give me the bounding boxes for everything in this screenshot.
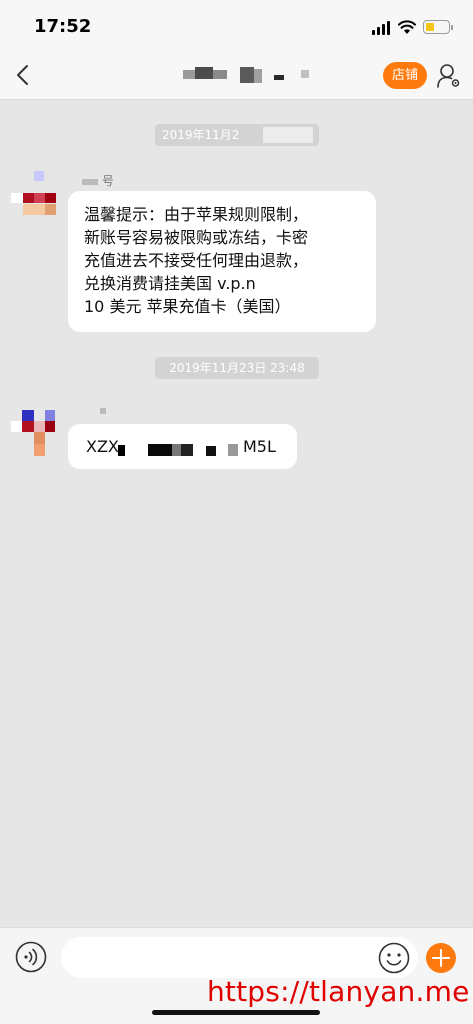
status-time: 17:52 [34,16,92,37]
redeem-code-obscured [118,445,125,456]
message-line: 10 美元 苹果充值卡（美国） [84,297,291,316]
redeem-code-obscured [181,444,193,456]
status-bar: 17:52 [0,0,473,50]
message-line: 温馨提示：由于苹果规则限制， [84,205,309,224]
sender-name: 号 [82,172,114,189]
voice-input-icon[interactable] [15,941,47,973]
message-bubble[interactable]: 温馨提示：由于苹果规则限制， 新账号容易被限购或冻结，卡密 充值进去不接受任何理… [68,191,376,332]
timestamp-text: 2019年11月23日 23:48 [169,361,305,375]
back-icon[interactable] [12,62,36,88]
redeem-code-obscured [148,444,172,456]
nav-bar: 店铺 [0,50,473,100]
plus-icon [432,949,450,967]
message-timestamp: 2019年11月2 [155,124,319,146]
sender-name-obscured [82,178,98,185]
emoji-icon[interactable] [378,942,410,974]
sender-name-obscured [100,406,110,416]
sender-name-suffix: 号 [101,174,114,188]
redeem-code-obscured [228,444,238,456]
message-line: 兑换消费请挂美国 v.p.n [84,274,256,293]
battery-icon [423,20,450,34]
chat-title-obscured [183,67,313,83]
store-button[interactable]: 店铺 [383,62,427,89]
message-timestamp: 2019年11月23日 23:48 [155,357,319,379]
redeem-code-obscured [172,444,181,456]
message-line: 新账号容易被限购或冻结，卡密 [84,228,309,247]
avatar[interactable] [11,410,59,458]
cellular-signal-icon [372,21,392,35]
user-settings-icon[interactable] [436,63,462,89]
timestamp-text: 2019年11月2 [162,128,240,142]
redeem-code-end: M5L [243,437,276,456]
message-bubble[interactable]: XZX M5L [68,424,297,469]
battery-cap [451,25,453,30]
redeem-code-obscured [206,446,216,456]
wifi-icon [398,20,416,34]
timestamp-obscured [263,127,313,143]
watermark: https://tlanyan.me [207,975,470,1008]
avatar[interactable] [11,171,59,219]
more-actions-button[interactable] [426,943,456,973]
redeem-code-start: XZX [86,437,119,456]
message-input[interactable] [61,937,418,978]
message-line: 充值进去不接受任何理由退款， [84,251,309,270]
home-indicator [152,1010,320,1015]
